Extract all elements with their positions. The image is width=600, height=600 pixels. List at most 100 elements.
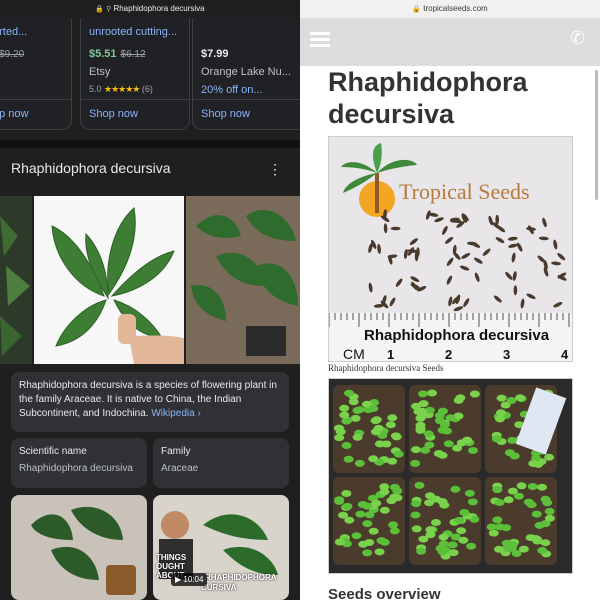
seedling-leaf (411, 525, 422, 533)
address-bar[interactable]: 🔒 ⚲ Rhaphidophora decursiva (0, 0, 300, 18)
seedling-leaf (341, 442, 352, 449)
seedling-leaf (494, 415, 505, 423)
play-icon: ▶ (175, 575, 182, 584)
ruler-number: 1 (387, 347, 394, 362)
seedling-leaf (417, 407, 428, 415)
video-caption: RHAPHIDOPHORA (205, 573, 277, 582)
seedling-leaf (373, 424, 384, 432)
store-name: Orange Lake Nu... (201, 66, 291, 78)
seedling-leaf (469, 390, 480, 398)
seedling-leaf (496, 409, 506, 417)
split-screen: 🔒⚲ Rhaphidophora decursiva orted... 5$9.… (0, 0, 600, 600)
fact-value: Araceae (161, 463, 199, 474)
shopping-carousel[interactable]: orted... 5$9.20 op now unrooted cutting.… (0, 18, 300, 138)
seedling-leaf (464, 489, 475, 497)
seedling-leaf (351, 532, 362, 540)
seedling-leaf (362, 549, 373, 557)
page-content: Rhaphidophora decursiva Tropical Seeds R… (320, 66, 582, 600)
ruler-number: 4 (561, 347, 569, 362)
section-divider (0, 140, 300, 148)
image-thumbnail[interactable] (11, 495, 147, 600)
seed (513, 285, 518, 296)
fact-scientific-name[interactable]: Scientific name Rhaphidophora decursiva (11, 438, 147, 488)
fact-family[interactable]: Family Araceae (153, 438, 289, 488)
seedling-leaf (509, 452, 520, 460)
product-title[interactable]: unrooted cutting... (89, 26, 177, 38)
seedlings-image[interactable] (328, 378, 573, 574)
shop-now-button[interactable]: op now (0, 108, 28, 120)
seedling-leaf (437, 498, 448, 506)
website-pane[interactable]: 🔒 tropicalseeds.com ✆ Rhaphidophora decu… (300, 0, 600, 600)
address-text: Rhaphidophora decursiva (113, 4, 205, 13)
plant-image[interactable] (0, 196, 32, 364)
seedling-leaf (518, 545, 529, 553)
seedling-leaf (379, 488, 390, 496)
seedling-leaf (374, 548, 385, 556)
seedling-leaf (492, 516, 503, 524)
seedling-leaf (334, 538, 345, 546)
seedling-leaf (355, 510, 366, 518)
seedling-leaf (531, 510, 542, 518)
seeds-image[interactable]: Tropical Seeds Rhaphidophora decursiva C… (328, 136, 573, 362)
shopping-card[interactable]: orted... 5$9.20 op now (0, 18, 72, 130)
seedling-leaf (537, 547, 548, 554)
seedling-leaf (415, 425, 426, 433)
product-title[interactable]: orted... (0, 26, 27, 38)
plant-photo-partial (0, 196, 32, 364)
seedling-leaf (532, 537, 543, 545)
seedling-leaf (389, 527, 400, 535)
seedling-leaf (456, 527, 467, 535)
seedling-leaf (431, 519, 441, 526)
description-box: Rhaphidophora decursiva is a species of … (11, 372, 289, 432)
address-text: tropicalseeds.com (423, 4, 488, 13)
shopping-card[interactable]: unrooted cutting... $5.51 $6.12 Etsy 5.0 … (80, 18, 190, 130)
seeds-photo: Tropical Seeds Rhaphidophora decursiva C… (329, 137, 572, 362)
seedling-leaf (534, 521, 545, 529)
plant-image[interactable] (34, 196, 184, 364)
seedling-leaf (494, 545, 504, 553)
seedling-leaf (411, 500, 422, 508)
seedling-leaf (437, 548, 448, 556)
seedling-leaf (334, 497, 345, 505)
shop-now-button[interactable]: Shop now (89, 108, 138, 120)
product-price: $7.99 (201, 48, 229, 60)
plant-photo (11, 495, 147, 600)
phone-icon[interactable]: ✆ (570, 28, 585, 49)
fact-value: Rhaphidophora decursiva (19, 463, 133, 474)
menu-icon[interactable] (310, 32, 330, 48)
star-icon: ★★★★★ (104, 84, 140, 94)
video-thumbnail[interactable]: THINGS OUGHT ABOUT RHAPHIDOPHORA CURSIVA… (153, 495, 289, 600)
seedling-leaf (342, 502, 353, 510)
google-results-pane[interactable]: 🔒⚲ Rhaphidophora decursiva orted... 5$9.… (0, 0, 300, 600)
seedling-leaf (410, 459, 421, 467)
more-options-icon[interactable]: ⋮ (268, 162, 282, 176)
seedling-leaf (506, 397, 517, 404)
seedling-leaf (352, 433, 363, 441)
seedling-leaf (388, 521, 399, 529)
lock-icon: 🔒 (412, 6, 421, 13)
seedling-leaf (418, 535, 429, 543)
seedling-leaf (433, 450, 444, 457)
image-carousel[interactable] (0, 196, 300, 364)
section-heading: Seeds overview (328, 586, 441, 600)
seedling-leaf (362, 502, 373, 510)
image-label: Rhaphidophora decursiva (364, 327, 550, 344)
seedling-leaf (445, 414, 456, 422)
store-name: Etsy (89, 66, 111, 78)
seedling-leaf (414, 481, 425, 489)
image-caption: Rhaphidophora decursiva Seeds (328, 363, 444, 373)
fact-label: Family (161, 446, 191, 457)
seedling-leaf (507, 436, 518, 444)
page-title: Rhaphidophora decursiva (328, 67, 528, 129)
shop-now-button[interactable]: Shop now (201, 108, 250, 120)
seedling-leaf (374, 440, 385, 448)
seedling-leaf (437, 407, 448, 415)
shop-now-row: op now (0, 99, 71, 129)
seedling-leaf (368, 455, 379, 463)
plant-image[interactable] (186, 196, 300, 364)
address-bar[interactable]: 🔒 tropicalseeds.com (300, 0, 600, 18)
lock-icon: 🔒 (95, 6, 105, 13)
scrollbar[interactable] (595, 70, 598, 200)
shopping-card[interactable]: $7.99 Orange Lake Nu... 20% off on... Sh… (192, 18, 300, 130)
wikipedia-link[interactable]: Wikipedia › (151, 408, 200, 419)
